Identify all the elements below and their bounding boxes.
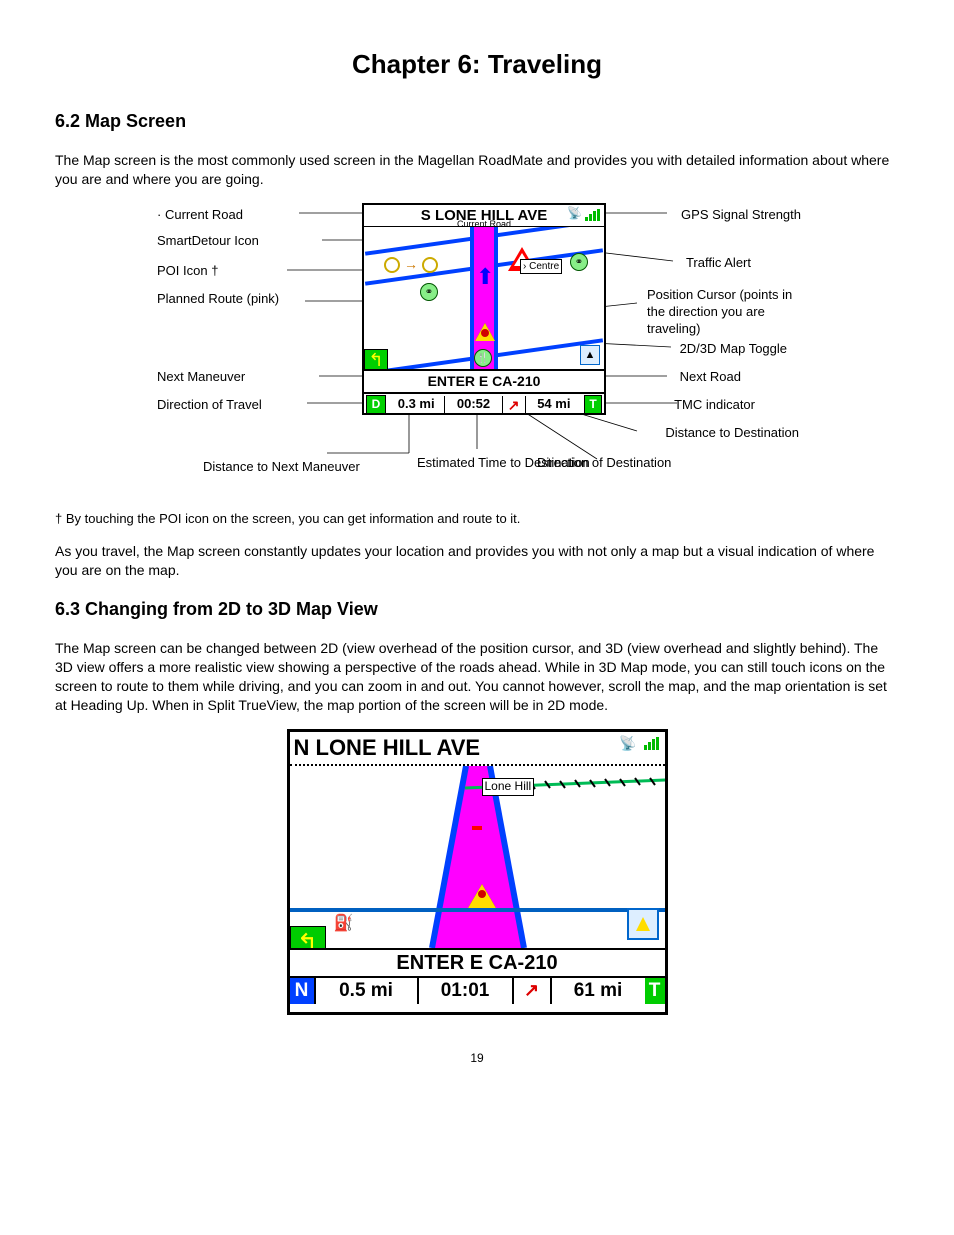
direction-of-travel-box: N [290, 978, 316, 1004]
next-road-bar: ENTER E CA-210 [290, 948, 665, 978]
destination-direction-icon: ↗ [514, 978, 552, 1004]
section-heading-6-2: 6.2 Map Screen [55, 110, 899, 133]
next-road-bar: ENTER E CA-210 [364, 369, 604, 393]
distance-destination-text: 61 mi [552, 978, 645, 1004]
direction-of-travel-box: D [364, 395, 388, 415]
poi-icon-2: ⚭ [570, 253, 588, 271]
chapter-title: Chapter 6: Traveling [55, 48, 899, 82]
route-arrow-icon: ⬆ [476, 263, 494, 292]
eta-text: 00:52 [445, 396, 502, 413]
paragraph-6-2-intro: The Map screen is the most commonly used… [55, 151, 899, 189]
street-label-lonehill: Lone Hill [482, 778, 535, 796]
gps-signal-icon [644, 738, 659, 750]
smartdetour-icon: → [384, 255, 438, 273]
distance-next-maneuver-text: 0.5 mi [316, 978, 419, 1004]
distance-destination-text: 54 mi [526, 396, 582, 413]
gas-station-icon: ⛽ [334, 914, 354, 935]
poi-footnote: † By touching the POI icon on the screen… [55, 511, 899, 528]
tmc-indicator-box: T [582, 395, 604, 415]
tmc-indicator-box: T [645, 978, 665, 1004]
gps-signal-icon [585, 209, 600, 221]
gps-screen-3d: N LONE HILL AVE 📡 [287, 729, 668, 1015]
destination-direction-icon: ↗ [503, 396, 526, 414]
paragraph-6-3: The Map screen can be changed between 2D… [55, 639, 899, 715]
position-cursor-icon [475, 323, 495, 341]
position-cursor-icon [468, 884, 496, 908]
map-3d-diagram: N LONE HILL AVE 📡 [55, 729, 899, 1015]
2d-3d-toggle-icon [627, 908, 659, 940]
poi-icon: ⚭ [420, 283, 438, 301]
2d-3d-toggle-icon: ▲ [580, 345, 600, 365]
distance-next-maneuver-text: 0.3 mi [388, 396, 445, 413]
paragraph-6-2-update: As you travel, the Map screen constantly… [55, 542, 899, 580]
eta-text: 01:01 [419, 978, 514, 1004]
gps2-current-road-text: N LONE HILL AVE [294, 735, 481, 760]
section-heading-6-3: 6.3 Changing from 2D to 3D Map View [55, 598, 899, 621]
gps-screen-2d: S LONE HILL AVE Current Road 📡 ⬆ → ⚭ [362, 203, 606, 415]
map-screen-diagram: · Current Road SmartDetour Icon POI Icon… [55, 203, 899, 503]
satellite-icon: 📡 [567, 206, 582, 222]
street-label-centre: › Centre [520, 259, 562, 274]
page-number: 19 [55, 1051, 899, 1067]
satellite-icon: 📡 [619, 734, 636, 752]
